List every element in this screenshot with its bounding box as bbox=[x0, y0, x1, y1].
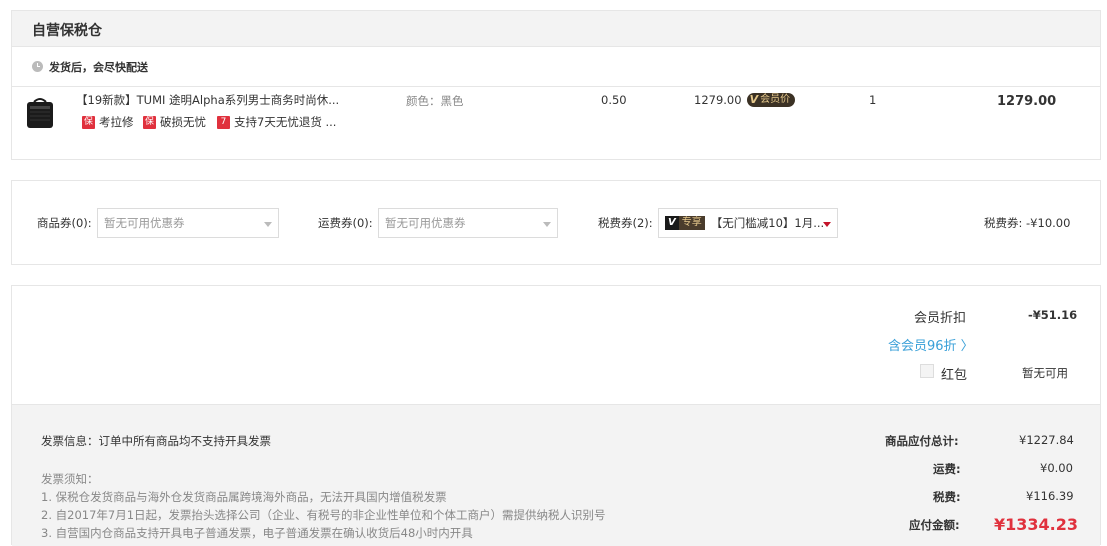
member-price-tag: V 会员价 bbox=[746, 93, 796, 107]
goods-coupon-value: 暂无可用优惠券 bbox=[104, 216, 185, 230]
product-color: 颜色：黑色 bbox=[406, 94, 464, 108]
freight-coupon-value: 暂无可用优惠券 bbox=[385, 216, 466, 230]
chevron-down-icon bbox=[543, 222, 551, 227]
chevron-down-icon bbox=[264, 222, 272, 227]
tax-coupon-value: 【无门槛减10】1月... bbox=[710, 216, 825, 230]
service-tag-return[interactable]: 7 支持7天无忧退货 ... bbox=[217, 114, 336, 130]
price-value: 1279.00 bbox=[694, 93, 742, 107]
tax-label: 税费: bbox=[933, 490, 961, 504]
tax-value: ¥116.39 bbox=[1026, 489, 1074, 503]
shipping-note-row: 发货后，会尽快配送 bbox=[12, 47, 1100, 87]
vip-v-icon: V bbox=[665, 216, 679, 230]
product-subtotal: 1279.00 bbox=[997, 94, 1057, 109]
service-label: 破损无忧 bbox=[160, 115, 206, 129]
invoice-info: 发票信息：订单中所有商品均不支持开具发票 bbox=[41, 434, 271, 448]
redpack-value: 暂无可用 bbox=[1022, 366, 1068, 380]
member-discount-label: 会员折扣 bbox=[914, 311, 967, 326]
product-name[interactable]: 【19新款】TUMI 途明Alpha系列男士商务时尚休... bbox=[76, 92, 339, 108]
goods-coupon-label: 商品券(0): bbox=[37, 216, 92, 230]
guarantee-badge-icon: 保 bbox=[143, 115, 156, 129]
freight-value: ¥0.00 bbox=[1040, 461, 1073, 475]
invoice-notice-line: 1. 保税仓发货商品与海外仓发货商品属跨境海外商品，无法开具国内增值税发票 bbox=[41, 490, 447, 504]
chevron-down-icon bbox=[823, 222, 831, 227]
service-label: 支持7天无忧退货 ... bbox=[234, 115, 337, 129]
tax-coupon-discount: 税费券: -¥10.00 bbox=[984, 216, 1071, 230]
goods-total-label: 商品应付总计: bbox=[885, 434, 959, 448]
tax-coupon-label: 税费券(2): bbox=[598, 216, 653, 230]
vip-v-icon: V bbox=[749, 93, 759, 106]
product-quantity: 1 bbox=[869, 93, 877, 107]
service-label: 考拉修 bbox=[99, 115, 134, 129]
goods-total-value: ¥1227.84 bbox=[1019, 433, 1074, 447]
tax-coupon-select[interactable]: V 专享 【无门槛减10】1月... bbox=[658, 208, 838, 238]
order-summary-section: 会员折扣 -¥51.16 含会员96折 〉 红包 暂无可用 发票信息：订单中所有… bbox=[11, 285, 1101, 546]
seven-day-badge-icon: 7 bbox=[217, 115, 230, 129]
guarantee-badge-icon: 保 bbox=[82, 115, 95, 129]
redpack-checkbox[interactable] bbox=[920, 364, 934, 378]
warehouse-title: 自营保税仓 bbox=[32, 23, 102, 39]
invoice-notice-line: 3. 自营国内仓商品支持开具电子普通发票，电子普通发票在确认收货后48小时内开具 bbox=[41, 526, 473, 540]
product-price: 1279.00 V 会员价 bbox=[694, 93, 796, 107]
member-price-label: 会员价 bbox=[760, 94, 791, 105]
pay-amount-label: 应付金额: bbox=[909, 518, 960, 532]
member-discount-link[interactable]: 含会员96折 〉 bbox=[888, 335, 974, 354]
invoice-totals-area: 发票信息：订单中所有商品均不支持开具发票 发票须知： 1. 保税仓发货商品与海外… bbox=[12, 404, 1100, 546]
exclusive-label: 专享 bbox=[678, 216, 705, 230]
freight-coupon-label: 运费券(0): bbox=[318, 216, 373, 230]
product-image[interactable] bbox=[24, 96, 56, 130]
vip-exclusive-badge: V 专享 bbox=[665, 216, 705, 230]
product-weight: 0.50 bbox=[601, 93, 627, 107]
shipping-note: 发货后，会尽快配送 bbox=[49, 61, 148, 74]
clock-icon bbox=[32, 61, 43, 72]
warehouse-header: 自营保税仓 bbox=[12, 11, 1100, 47]
redpack-label: 红包 bbox=[941, 368, 968, 383]
invoice-notice-line: 2. 自2017年7月1日起，发票抬头选择公司（企业、有税号的非企业性单位和个体… bbox=[41, 508, 606, 522]
freight-coupon-select[interactable]: 暂无可用优惠券 bbox=[378, 208, 558, 238]
warehouse-section: 自营保税仓 发货后，会尽快配送 bbox=[11, 10, 1101, 160]
invoice-notice-title: 发票须知： bbox=[41, 472, 99, 486]
pay-amount-value: ¥1334.23 bbox=[994, 515, 1079, 534]
member-discount-value: -¥51.16 bbox=[1028, 308, 1078, 322]
coupon-section: 商品券(0): 暂无可用优惠券 运费券(0): 暂无可用优惠券 税费券(2): … bbox=[11, 180, 1101, 265]
service-tag-damage[interactable]: 保 破损无忧 bbox=[143, 114, 206, 130]
freight-label: 运费: bbox=[933, 462, 961, 476]
service-tag-repair[interactable]: 保 考拉修 bbox=[82, 114, 134, 130]
goods-coupon-select[interactable]: 暂无可用优惠券 bbox=[97, 208, 279, 238]
